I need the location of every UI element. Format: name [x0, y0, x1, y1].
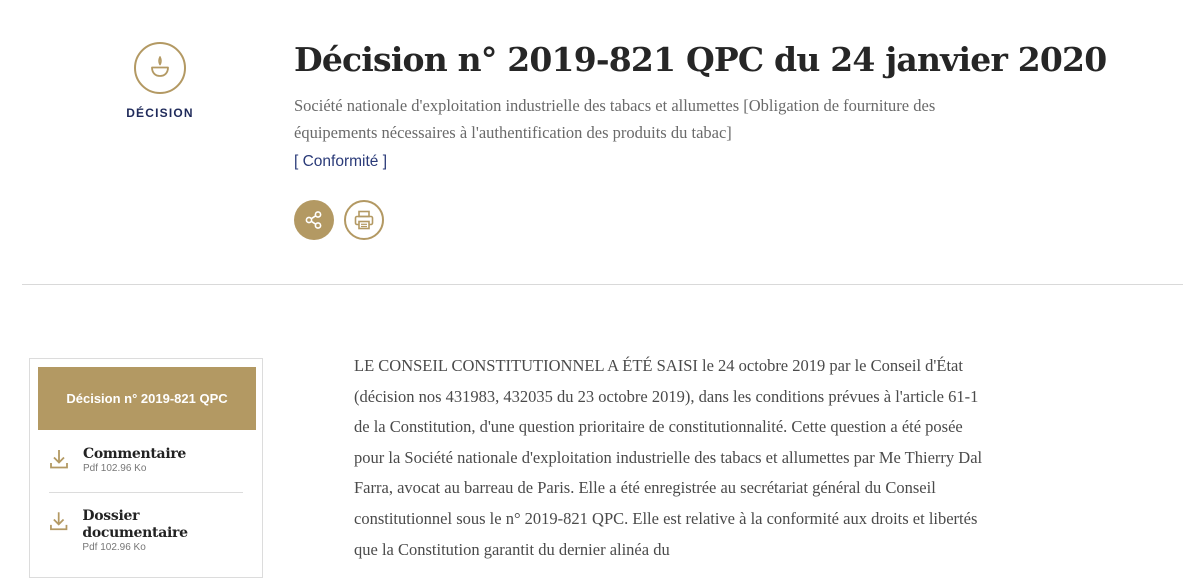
sidebar-decision-link[interactable]: Décision n° 2019-821 QPC	[38, 367, 256, 430]
dossier-documentaire-text: Dossier documentaire Pdf 102.96 Ko	[82, 508, 244, 553]
decision-badge: DÉCISION	[120, 42, 200, 120]
commentaire-file-size: Pdf 102.96 Ko	[83, 463, 147, 474]
download-icon	[50, 512, 68, 531]
page-subtitle: Société nationale d'exploitation industr…	[294, 96, 936, 142]
sidebar-item-divider	[49, 492, 243, 493]
conformite-tag-link[interactable]: [ Conformité ]	[294, 153, 387, 171]
dossier-documentaire-download-link[interactable]: Dossier documentaire Pdf 102.96 Ko	[49, 508, 244, 553]
decision-body-text: LE CONSEIL CONSTITUTIONNEL A ÉTÉ SAISI l…	[354, 356, 983, 559]
page-title: Décision n° 2019-821 QPC du 24 janvier 2…	[294, 40, 1107, 79]
decision-badge-circle	[134, 42, 186, 94]
decision-badge-label: DÉCISION	[126, 106, 194, 120]
download-icon	[50, 450, 68, 469]
share-button[interactable]	[294, 200, 334, 240]
commentaire-title: Commentaire	[83, 446, 187, 462]
print-icon	[354, 210, 374, 230]
commentaire-text: Commentaire Pdf 102.96 Ko	[83, 446, 186, 474]
header-divider	[22, 284, 1183, 285]
share-icon	[305, 211, 322, 229]
flame-lamp-icon	[151, 56, 169, 77]
documents-sidebar: Décision n° 2019-821 QPC Commentaire Pdf…	[29, 358, 263, 578]
dossier-documentaire-title: Dossier documentaire	[82, 508, 188, 541]
commentaire-download-link[interactable]: Commentaire Pdf 102.96 Ko	[49, 446, 244, 474]
dossier-documentaire-file-size: Pdf 102.96 Ko	[82, 542, 146, 553]
print-button[interactable]	[344, 200, 384, 240]
